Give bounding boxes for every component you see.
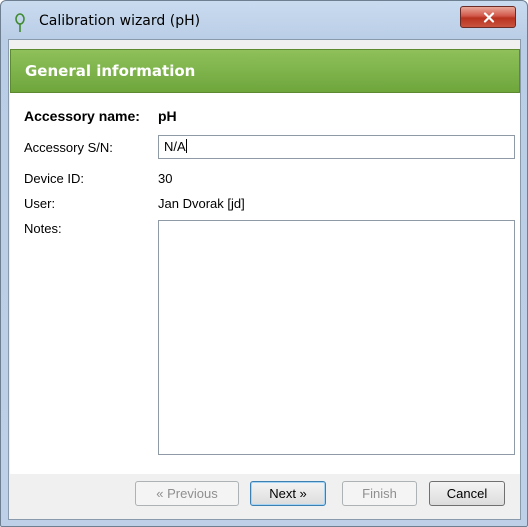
accessory-serial-label: Accessory S/N: — [24, 140, 113, 155]
cancel-button[interactable]: Cancel — [429, 481, 505, 506]
close-button[interactable] — [460, 6, 516, 28]
user-value: Jan Dvorak [jd] — [158, 196, 245, 211]
ph-probe-icon — [13, 13, 27, 33]
previous-button[interactable]: « Previous — [135, 481, 239, 506]
finish-button[interactable]: Finish — [342, 481, 417, 506]
close-icon — [483, 12, 495, 23]
title-bar[interactable]: Calibration wizard (pH) — [1, 1, 527, 39]
device-id-value: 30 — [158, 171, 173, 186]
notes-textarea[interactable] — [158, 220, 515, 455]
general-information-form: Accessory name: pH Accessory S/N: N/A De… — [10, 93, 520, 474]
window-title: Calibration wizard (pH) — [39, 13, 201, 29]
step-banner: General information — [10, 49, 520, 93]
calibration-wizard-window: Calibration wizard (pH) General informat… — [0, 0, 528, 527]
device-id-label: Device ID: — [24, 171, 84, 186]
accessory-serial-value: N/A — [164, 139, 186, 154]
user-label: User: — [24, 196, 56, 211]
notes-label: Notes: — [24, 221, 62, 236]
text-cursor — [185, 139, 187, 153]
accessory-serial-input[interactable]: N/A — [158, 135, 515, 159]
next-button[interactable]: Next » — [250, 481, 326, 506]
accessory-name-value: pH — [158, 108, 177, 124]
accessory-name-label: Accessory name: — [24, 108, 140, 124]
step-title: General information — [25, 62, 196, 80]
